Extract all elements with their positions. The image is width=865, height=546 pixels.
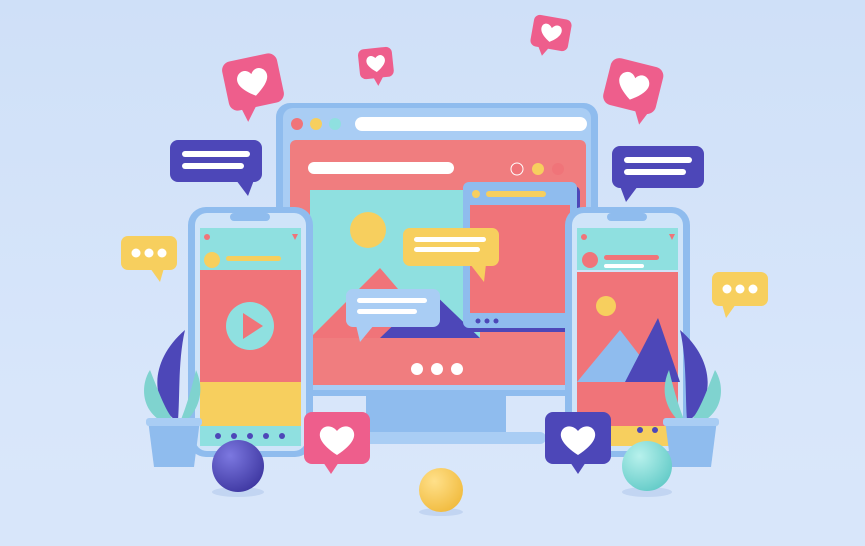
window-dot-yellow xyxy=(310,118,322,130)
address-bar xyxy=(355,117,587,131)
sphere-icon xyxy=(212,440,264,492)
headline-bar xyxy=(308,162,454,174)
image-placeholder-icon xyxy=(577,272,680,382)
window-dot-red xyxy=(291,118,303,130)
illustration-canvas xyxy=(0,0,865,546)
play-icon[interactable] xyxy=(226,302,274,350)
window-dot-teal xyxy=(329,118,341,130)
sphere-icon xyxy=(622,441,672,491)
phone-left xyxy=(188,207,313,457)
sphere-icon xyxy=(419,468,463,512)
monitor xyxy=(276,103,598,444)
monitor-neck xyxy=(366,396,506,436)
social-media-illustration xyxy=(0,0,865,546)
